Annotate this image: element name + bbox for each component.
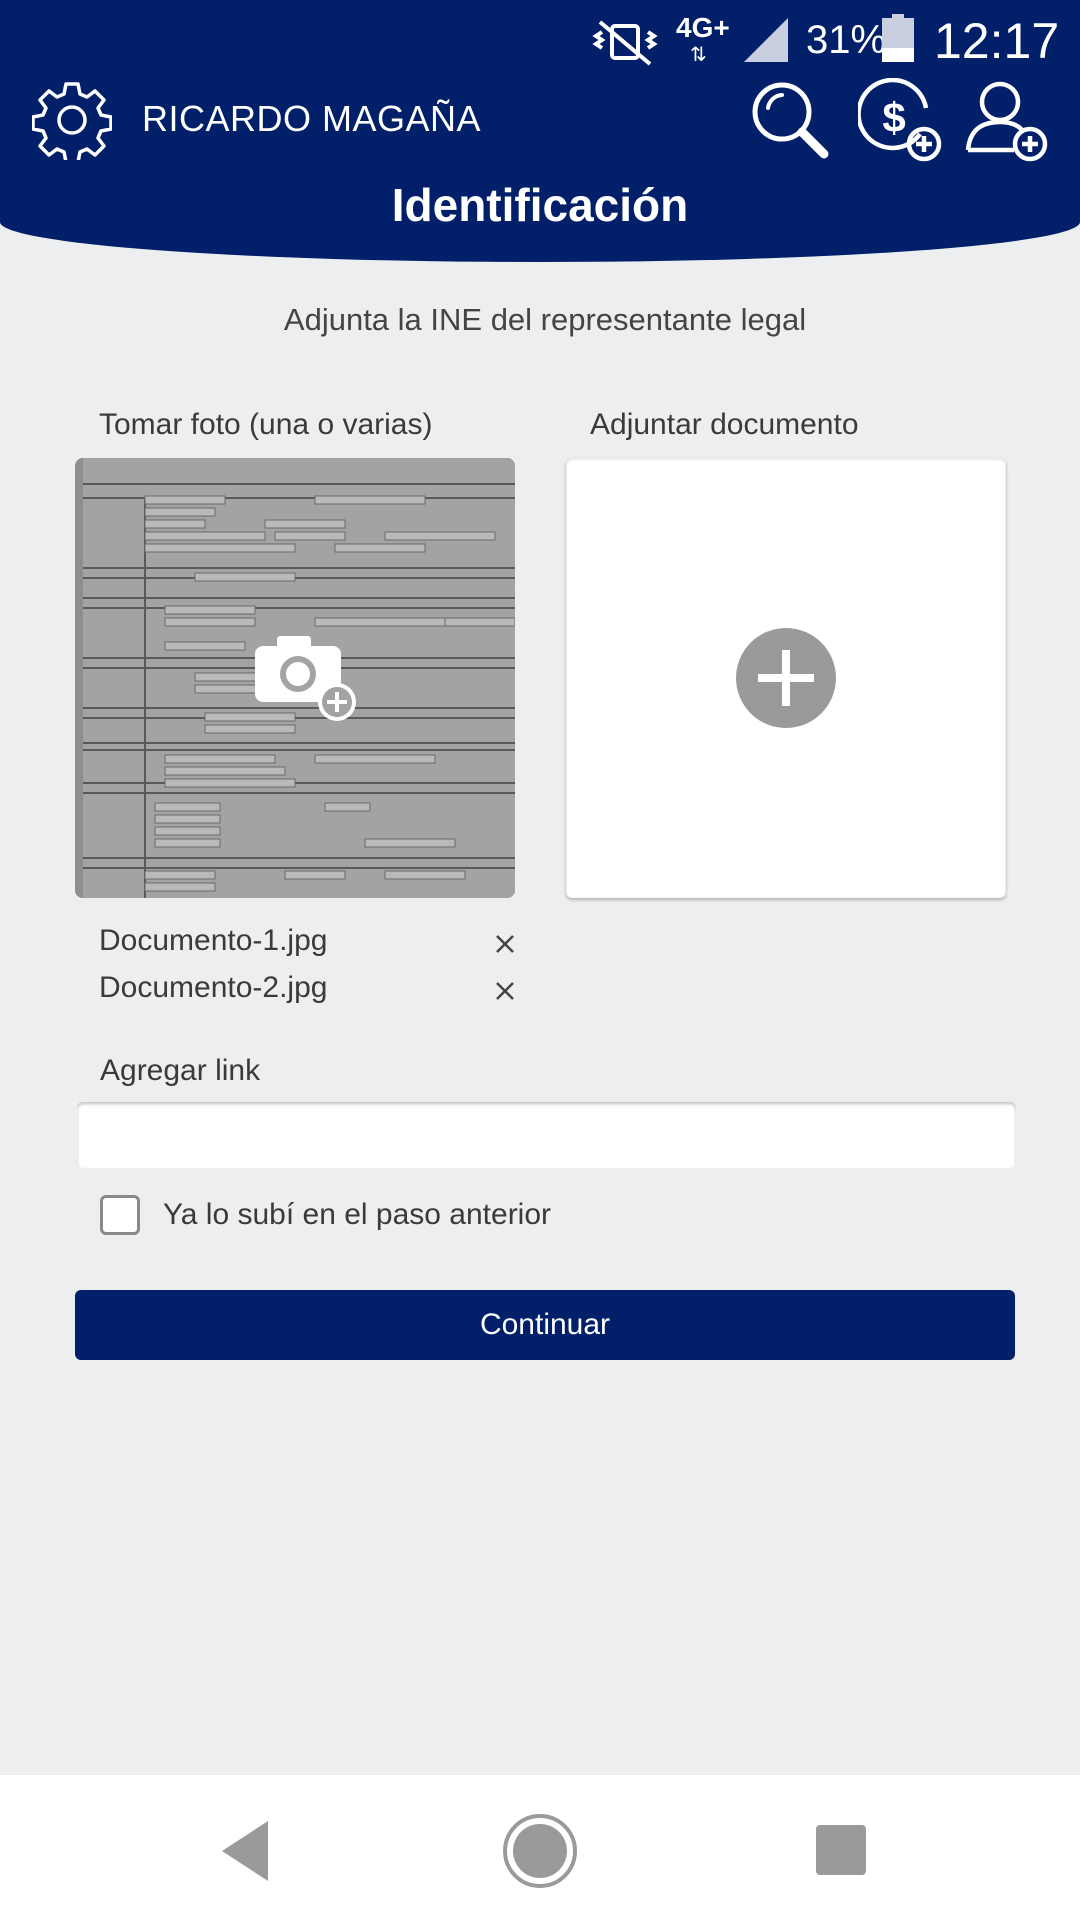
back-icon[interactable]	[210, 1811, 290, 1891]
file-item: Documento-2.jpg	[99, 971, 519, 1011]
toolbar: RICARDO MAGAÑA $	[0, 78, 1080, 180]
file-name: Documento-2.jpg	[99, 971, 328, 1004]
file-item: Documento-1.jpg	[99, 924, 519, 964]
recents-icon[interactable]	[800, 1811, 880, 1891]
dollar-plus-icon[interactable]: $	[858, 78, 942, 162]
system-nav-bar	[0, 1775, 1080, 1920]
svg-text:$: $	[882, 94, 905, 141]
link-label: Agregar link	[100, 1054, 261, 1087]
close-icon[interactable]	[491, 930, 519, 958]
continue-button[interactable]: Continuar	[75, 1290, 1015, 1360]
home-icon[interactable]	[500, 1811, 580, 1891]
attach-document-button[interactable]	[566, 458, 1006, 898]
instructions-text: Adjunta la INE del representante legal	[283, 302, 807, 337]
link-input[interactable]	[77, 1102, 1016, 1168]
plus-circle-icon	[736, 628, 836, 728]
file-name: Documento-1.jpg	[99, 924, 328, 957]
attach-document-label: Adjuntar documento	[590, 408, 859, 441]
battery-icon	[882, 14, 914, 62]
close-icon[interactable]	[491, 977, 519, 1005]
clock: 12:17	[934, 13, 1060, 69]
checkbox-label: Ya lo subí en el paso anterior	[163, 1198, 552, 1231]
page-title: Identificación	[391, 179, 689, 231]
search-icon[interactable]	[748, 78, 832, 162]
network-type: 4G+	[676, 12, 730, 43]
take-photo-button[interactable]	[75, 458, 515, 898]
battery-percent: 31%	[806, 18, 887, 62]
take-photo-label: Tomar foto (una o varias)	[99, 408, 433, 441]
vibrate-off-icon	[592, 20, 658, 66]
data-activity-icon: ⇅	[690, 44, 707, 66]
user-name: RICARDO MAGAÑA	[142, 98, 482, 139]
signal-icon	[744, 18, 788, 62]
camera-plus-icon	[255, 636, 356, 721]
uploaded-previously-checkbox[interactable]	[100, 1195, 140, 1235]
user-plus-icon[interactable]	[964, 78, 1048, 162]
gear-icon[interactable]	[32, 80, 112, 160]
status-bar: 4G+ ⇅ 31% 12:17	[0, 0, 1080, 80]
